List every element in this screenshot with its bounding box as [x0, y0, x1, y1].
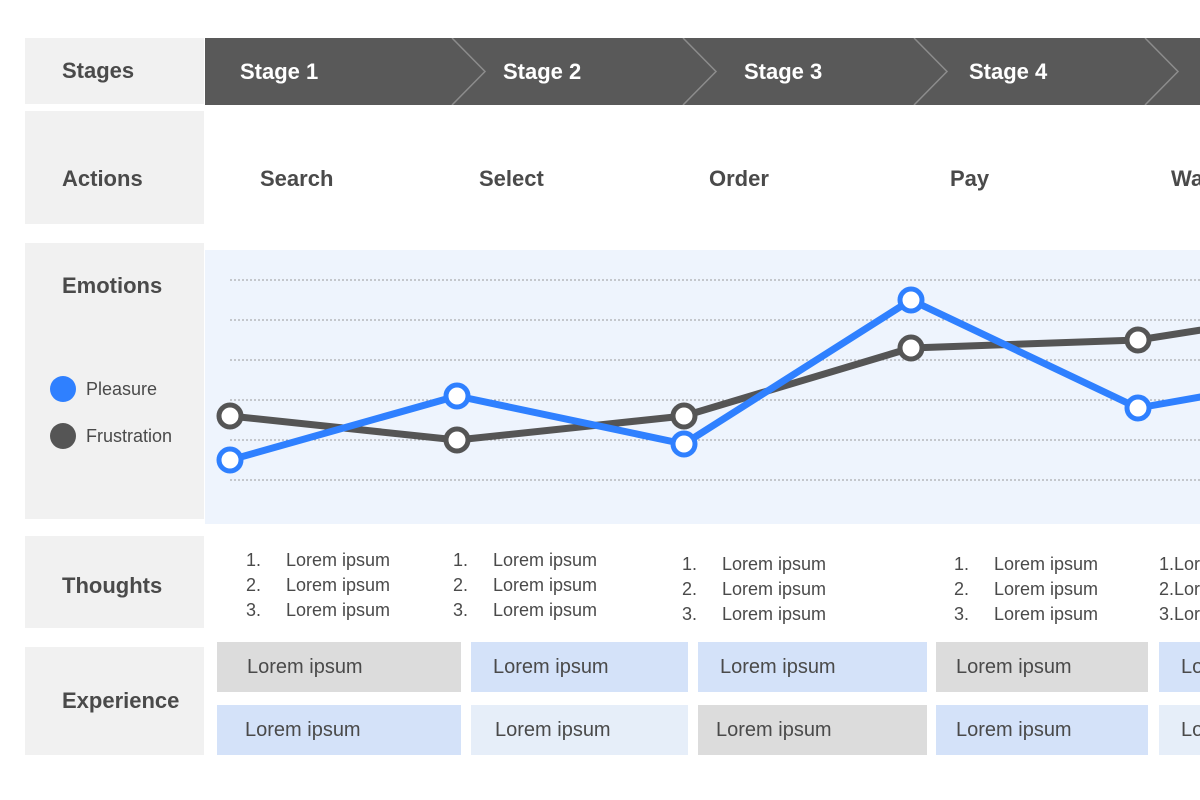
experience-box: Lorem ipsum [471, 705, 688, 755]
stage-label-1: Stage 1 [240, 59, 318, 84]
chart-grid [230, 279, 1200, 481]
frustration-point [1124, 326, 1152, 354]
stage-band: Stage 1 Stage 2 Stage 3 Stage 4 [205, 38, 1200, 105]
pleasure-point [443, 382, 471, 410]
pleasure-point [1124, 394, 1152, 422]
thought-list-2: 1. Lorem ipsum 2. Lorem ipsum 3. Lorem ipsu… [453, 548, 597, 623]
legend-item-pleasure: Pleasure [50, 376, 157, 402]
thought-item: 1.Lorem ipsum [246, 550, 391, 570]
frustration-point [670, 402, 698, 430]
stage-label-4: Stage 4 [969, 59, 1048, 84]
thought-list-1: 1. Lorem ipsum 2. Lorem ipsum 3. Lorem ipsu… [246, 548, 390, 623]
thought-item: 2.Lorem ipsum [954, 579, 1099, 599]
frustration-dot-icon [50, 423, 76, 449]
thought-item: 3.Lorem ipsum [1159, 604, 1200, 624]
action-search: Search [260, 166, 334, 191]
thought-item: 1.Lorem ipsum [1159, 554, 1200, 574]
pleasure-point [670, 430, 698, 458]
thought-item: 3.Lorem ipsum [954, 604, 1099, 624]
thought-item: 3.Lorem ipsum [682, 604, 827, 624]
thought-list-4: 1. Lorem ipsum 2. Lorem ipsum 3. Lorem ipsu… [954, 552, 1098, 627]
stage-band-bg [205, 38, 1200, 105]
thought-item: 2.Lorem ipsum [246, 575, 391, 595]
stage-label-2: Stage 2 [503, 59, 581, 84]
experience-box: Lorem ipsum [217, 642, 461, 692]
experience-box: Lorem ipsum [936, 705, 1148, 755]
thought-item: 1.Lorem ipsum [682, 554, 827, 574]
emotions-title: Emotions [62, 273, 163, 298]
pleasure-point [216, 446, 244, 474]
pleasure-line [229, 296, 1200, 464]
thought-item: 3.Lorem ipsum [246, 600, 391, 620]
thought-item: 1.Lorem ipsum [453, 550, 598, 570]
thought-item: 2.Lorem ipsum [682, 579, 827, 599]
row-label-actions: Actions [25, 111, 204, 224]
experience-box: Lorem ipsum [698, 705, 927, 755]
row-label-stages: Stages [25, 38, 204, 104]
thought-item: 2.Lorem ipsum [453, 575, 598, 595]
experience-box: Lorem ipsum [1159, 642, 1200, 692]
pleasure-point [897, 286, 925, 314]
row-label-thoughts: Thoughts [25, 536, 204, 628]
thought-list-3: 1. Lorem ipsum 2. Lorem ipsum 3. Lorem ipsu… [682, 552, 826, 627]
stage-label-3: Stage 3 [744, 59, 822, 84]
emotions-chart [216, 279, 1200, 481]
legend-label: Pleasure [86, 378, 158, 399]
row-label-experience: Experience [25, 647, 204, 755]
experience-box: Lorem ipsum [471, 642, 688, 692]
thought-item: 3.Lorem ipsum [453, 600, 598, 620]
action-wait: Wa [1171, 166, 1200, 191]
chart-series [216, 286, 1200, 474]
experience-box: Lorem ipsum [1159, 705, 1200, 755]
legend-label: Frustration [86, 425, 173, 446]
action-select: Select [479, 166, 544, 191]
thought-item: 2.Lorem ipsum [1159, 579, 1200, 599]
legend-item-frustration: Frustration [50, 423, 172, 449]
experience-box: Lorem ipsum [698, 642, 927, 692]
action-pay: Pay [950, 166, 990, 191]
experience-box: Lorem ipsum [936, 642, 1148, 692]
pleasure-dot-icon [50, 376, 76, 402]
thought-item: 1.Lorem ipsum [954, 554, 1099, 574]
thought-list-5: 1.Lorem ipsum 2.Lorem ipsum 3.Lorem ipsu… [1159, 552, 1200, 627]
frustration-point [216, 402, 244, 430]
frustration-point [897, 334, 925, 362]
frustration-point [443, 426, 471, 454]
action-order: Order [709, 166, 769, 191]
experience-box: Lorem ipsum [217, 705, 461, 755]
